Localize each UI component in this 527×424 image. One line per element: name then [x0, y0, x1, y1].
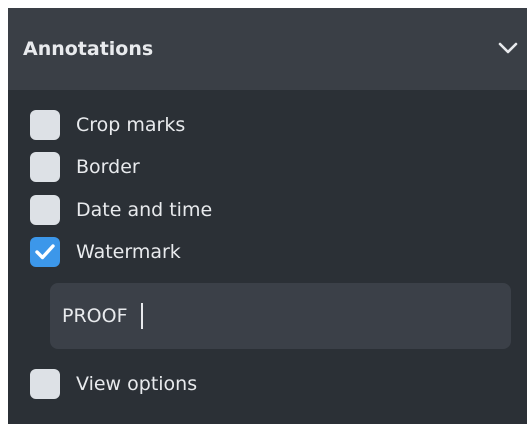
border-label: Border [76, 156, 140, 178]
watermark-option[interactable]: Watermark [30, 235, 500, 269]
date-time-label: Date and time [76, 199, 213, 221]
border-option[interactable]: Border [30, 150, 500, 184]
watermark-checkbox[interactable] [30, 237, 60, 267]
border-checkbox[interactable] [30, 152, 60, 182]
date-time-option[interactable]: Date and time [30, 193, 500, 227]
view-options-checkbox[interactable] [30, 369, 60, 399]
text-caret [141, 303, 143, 329]
watermark-text-field[interactable] [50, 283, 511, 349]
checkmark-icon [35, 244, 55, 260]
view-options-option[interactable]: View options [30, 367, 500, 401]
crop-marks-option[interactable]: Crop marks [30, 108, 500, 142]
crop-marks-checkbox[interactable] [30, 110, 60, 140]
chevron-down-icon[interactable] [498, 41, 518, 55]
panel-title: Annotations [23, 38, 154, 60]
view-options-label: View options [76, 373, 198, 395]
date-time-checkbox[interactable] [30, 195, 60, 225]
watermark-text-input[interactable] [62, 296, 492, 336]
crop-marks-label: Crop marks [76, 114, 186, 136]
annotations-panel: Annotations Crop marks Border Date and t… [8, 8, 527, 424]
watermark-label: Watermark [76, 241, 181, 263]
annotations-header[interactable]: Annotations [8, 8, 527, 90]
